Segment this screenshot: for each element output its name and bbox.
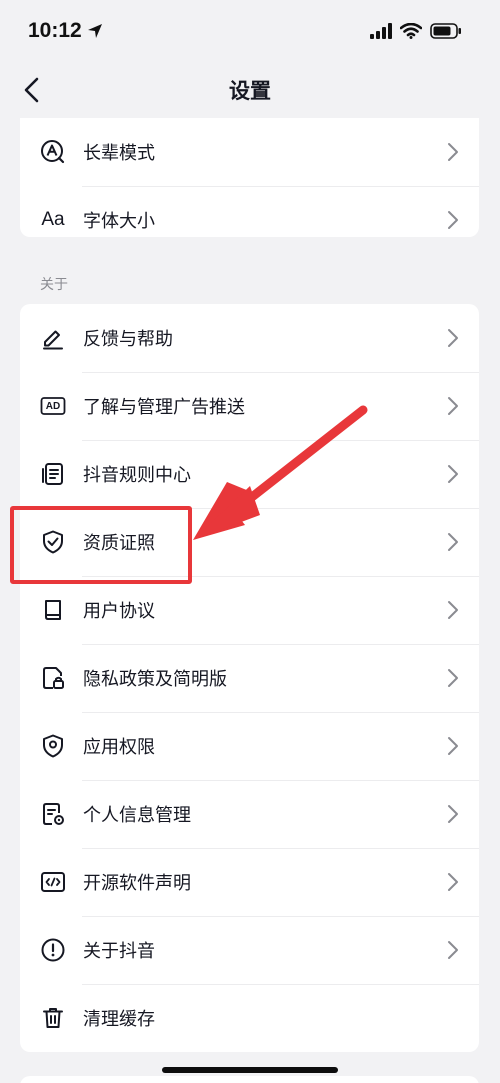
battery-icon (430, 23, 461, 39)
chevron-right-icon (448, 601, 458, 619)
settings-item-label: 了解与管理广告推送 (83, 397, 245, 418)
settings-item-feedback-help[interactable]: 反馈与帮助 (20, 304, 479, 372)
about-settings-card: 反馈与帮助 AD 了解与管理广告推送 抖音规则中心 资质证照 用户协议 隐私政策… (20, 304, 479, 1052)
display-settings-card: 长辈模式 Aa 字体大小 (20, 118, 479, 237)
annotation-highlight-box (10, 506, 192, 584)
settings-item-clear-cache[interactable]: 清理缓存 (20, 984, 479, 1052)
settings-item-privacy-policy[interactable]: 隐私政策及简明版 (20, 644, 479, 712)
settings-item-label: 字体大小 (83, 211, 155, 232)
chevron-right-icon (448, 211, 458, 229)
wifi-icon (400, 23, 422, 39)
chevron-right-icon (448, 143, 458, 161)
chevron-right-icon (448, 805, 458, 823)
settings-item-label: 应用权限 (83, 737, 155, 758)
info-icon (40, 937, 66, 963)
page-title: 设置 (229, 79, 271, 103)
settings-item-label: 清理缓存 (83, 1009, 155, 1030)
ad-icon-text: AD (45, 400, 61, 412)
chevron-right-icon (448, 873, 458, 891)
chevron-right-icon (448, 329, 458, 347)
privacy-lock-icon (40, 665, 66, 691)
ad-icon: AD (40, 393, 66, 419)
status-bar: 10:12 (0, 0, 500, 62)
rules-document-icon (40, 461, 66, 487)
settings-item-label: 抖音规则中心 (83, 465, 191, 486)
chevron-left-icon (24, 77, 39, 103)
settings-item-label: 个人信息管理 (83, 805, 191, 826)
elder-mode-icon (40, 139, 66, 165)
settings-item-label: 隐私政策及简明版 (83, 669, 227, 690)
status-time: 10:12 (28, 19, 104, 43)
settings-item-label: 开源软件声明 (83, 873, 191, 894)
cellular-signal-icon (370, 23, 392, 39)
settings-item-rules-center[interactable]: 抖音规则中心 (20, 440, 479, 508)
settings-item-font-size[interactable]: Aa 字体大小 (20, 186, 479, 237)
navigation-bar: 设置 (0, 62, 500, 118)
code-icon (40, 869, 66, 895)
location-arrow-icon (87, 24, 102, 38)
chevron-right-icon (448, 941, 458, 959)
personal-info-icon (40, 801, 66, 827)
settings-item-ad-management[interactable]: AD 了解与管理广告推送 (20, 372, 479, 440)
back-button[interactable] (14, 72, 50, 108)
home-indicator[interactable] (162, 1067, 338, 1073)
pencil-icon (40, 325, 66, 351)
settings-item-label: 关于抖音 (83, 941, 155, 962)
settings-item-label: 用户协议 (83, 601, 155, 622)
chevron-right-icon (448, 669, 458, 687)
settings-item-label: 长辈模式 (83, 143, 155, 164)
settings-item-open-source[interactable]: 开源软件声明 (20, 848, 479, 916)
settings-item-label: 反馈与帮助 (83, 329, 173, 350)
section-label-about: 关于 (40, 277, 68, 293)
font-size-icon-text: Aa (41, 209, 65, 230)
settings-item-app-permissions[interactable]: 应用权限 (20, 712, 479, 780)
settings-item-personal-info[interactable]: 个人信息管理 (20, 780, 479, 848)
status-time-text: 10:12 (28, 19, 82, 42)
location-shield-icon (40, 733, 66, 759)
settings-item-elder-mode[interactable]: 长辈模式 (20, 118, 479, 186)
chevron-right-icon (448, 737, 458, 755)
settings-item-about-douyin[interactable]: 关于抖音 (20, 916, 479, 984)
trash-icon (40, 1005, 66, 1031)
settings-item-user-agreement[interactable]: 用户协议 (20, 576, 479, 644)
chevron-right-icon (448, 397, 458, 415)
next-settings-card-edge (20, 1076, 479, 1083)
font-size-icon: Aa (40, 207, 66, 233)
status-indicators (370, 23, 462, 39)
chevron-right-icon (448, 533, 458, 551)
chevron-right-icon (448, 465, 458, 483)
book-icon (40, 597, 66, 623)
